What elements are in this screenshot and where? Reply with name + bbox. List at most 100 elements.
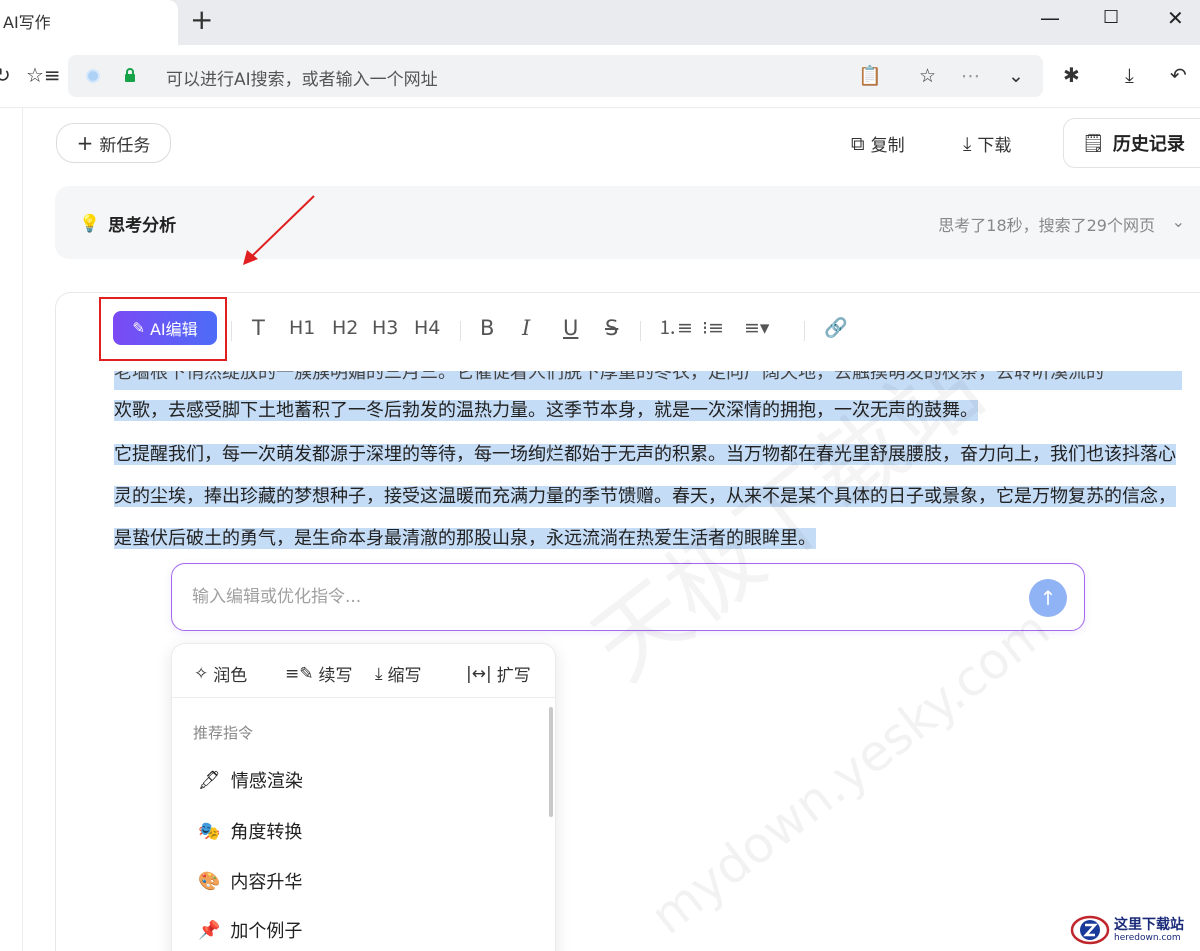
shorten-tab[interactable]: ⤓ 缩写	[375, 661, 422, 687]
browser-tab-bar: AI写作 + — ☐ ✕	[0, 0, 1200, 45]
chevron-down-icon[interactable]: ⌄	[1008, 65, 1024, 87]
highlight-box	[99, 297, 227, 361]
h4-button[interactable]: H4	[414, 315, 440, 341]
italic-button[interactable]: I	[522, 315, 530, 341]
sidebar-divider	[22, 108, 23, 951]
editor-toolbar: ✎ AI编辑 T H1 H2 H3 H4 B I U S ⒈≡ ⁝≡ ≡▾ 🔗	[56, 293, 1200, 371]
copy-label: 复制	[870, 136, 905, 156]
download-label: 下载	[977, 136, 1012, 156]
close-button[interactable]: ✕	[1167, 6, 1184, 30]
copy-icon: ⧉	[851, 132, 865, 155]
screen: AI写作 + — ☐ ✕ ↻ ☆≡ 可以进行AI搜索，或者输入一个网址 📋 ☆ …	[0, 0, 1200, 951]
ai-prompt-box: ↑	[171, 563, 1085, 631]
extensions-icon[interactable]: ✱	[1063, 63, 1080, 87]
logo-domain: heredown.com	[1114, 932, 1181, 943]
favorites-list-icon[interactable]: ☆≡	[26, 63, 61, 87]
command-tabs: ✧ 润色 ≡✎ 续写 ⤓ 缩写 |↔| 扩写	[172, 644, 555, 698]
minimize-button[interactable]: —	[1040, 6, 1060, 30]
command-label: 加个例子	[230, 921, 303, 942]
command-popup: ✧ 润色 ≡✎ 续写 ⤓ 缩写 |↔| 扩写 推荐指令 🖋 情感渲染 🎭 角度转…	[171, 643, 556, 951]
thinking-meta: 思考了18秒，搜索了29个网页	[938, 216, 1155, 235]
continue-write-icon: ≡✎	[285, 663, 314, 684]
thinking-title: 💡 思考分析	[79, 211, 177, 237]
pin-icon: 📌	[198, 919, 221, 941]
shorten-label: 缩写	[387, 666, 422, 686]
logo-icon	[1070, 915, 1110, 945]
thinking-panel[interactable]: 💡 思考分析 思考了18秒，搜索了29个网页 ⌄	[55, 186, 1200, 259]
site-logo: 这里下载站 heredown.com	[1070, 912, 1200, 948]
address-bar[interactable]: 可以进行AI搜索，或者输入一个网址 📋 ☆ ⋯ ⌄	[68, 55, 1043, 97]
link-icon[interactable]: 🔗	[824, 315, 848, 341]
h1-button[interactable]: H1	[289, 315, 315, 341]
logo-text: 这里下载站 heredown.com	[1114, 916, 1184, 943]
ordered-list-icon[interactable]: ⒈≡	[658, 315, 693, 341]
maximize-button[interactable]: ☐	[1103, 6, 1119, 30]
download-button[interactable]: ⤓ 下载	[963, 131, 1012, 157]
strikethrough-button[interactable]: S	[605, 315, 618, 341]
download-icon[interactable]: ⤓	[1125, 63, 1134, 87]
polish-label: 润色	[213, 666, 248, 686]
command-item[interactable]: 🖋 情感渲染	[198, 767, 303, 793]
command-item[interactable]: 📌 加个例子	[198, 917, 302, 943]
copy-button[interactable]: ⧉ 复制	[851, 131, 905, 157]
browser-tab[interactable]: AI写作	[0, 0, 178, 45]
masks-icon: 🎭	[198, 820, 221, 842]
text-button[interactable]: T	[252, 315, 265, 341]
section-title: 推荐指令	[193, 724, 254, 742]
align-dropdown-icon[interactable]: ≡▾	[744, 315, 769, 341]
bullet-list-icon[interactable]: ⁝≡	[702, 315, 724, 341]
download-icon: ⤓	[963, 132, 972, 155]
new-task-button[interactable]: + 新任务	[56, 123, 171, 163]
toolbar-divider	[231, 321, 232, 341]
bold-button[interactable]: B	[480, 315, 494, 341]
document-content[interactable]: 欢歌，去感受脚下土地蓄积了一冬后勃发的温热力量。这季节本身，就是一次深情的拥抱，…	[114, 396, 1189, 572]
undo-icon[interactable]: ↶	[1170, 63, 1187, 87]
thinking-title-text: 思考分析	[108, 216, 177, 236]
tab-title: AI写作	[3, 13, 51, 32]
continue-label: 续写	[318, 666, 353, 686]
refresh-icon[interactable]: ↻	[0, 63, 11, 87]
paragraph-text: 它提醒我们，每一次萌发都源于深埋的等待，每一场绚烂都始于无声的积累。当万物都在春…	[114, 444, 1176, 549]
paragraph: 欢歌，去感受脚下土地蓄积了一冬后勃发的温热力量。这季节本身，就是一次深情的拥抱，…	[114, 396, 1189, 426]
toolbar-divider	[460, 321, 461, 341]
expand-tab[interactable]: |↔| 扩写	[466, 661, 531, 687]
browser-toolbar: ↻ ☆≡ 可以进行AI搜索，或者输入一个网址 📋 ☆ ⋯ ⌄ ✱ ⤓ ↶	[0, 45, 1200, 108]
expand-label: 扩写	[496, 666, 531, 686]
more-icon[interactable]: ⋯	[961, 65, 980, 87]
continue-tab[interactable]: ≡✎ 续写	[285, 661, 353, 687]
new-tab-button[interactable]: +	[190, 4, 213, 36]
star-icon[interactable]: ☆	[919, 65, 936, 87]
h3-button[interactable]: H3	[372, 315, 398, 341]
h2-button[interactable]: H2	[332, 315, 358, 341]
clipped-text-line: 老墙根下悄然绽放的一簇簇明媚的三月三。它催促着人们脱下厚重的冬衣，走向广阔天地，…	[114, 368, 1182, 390]
palette-icon: 🎨	[198, 870, 221, 892]
site-icon	[86, 69, 100, 83]
arrow-up-icon: ↑	[1039, 586, 1057, 610]
paragraph: 它提醒我们，每一次萌发都源于深埋的等待，每一场绚烂都始于无声的积累。当万物都在春…	[114, 434, 1189, 560]
clipboard-icon[interactable]: 📋	[858, 65, 882, 87]
send-button[interactable]: ↑	[1029, 579, 1067, 617]
address-placeholder: 可以进行AI搜索，或者输入一个网址	[166, 70, 438, 90]
command-label: 内容升华	[230, 872, 303, 893]
sparkle-icon: ✧	[194, 663, 209, 684]
ai-prompt-input[interactable]	[192, 584, 1012, 610]
command-item[interactable]: 🎨 内容升华	[198, 868, 302, 894]
underline-button[interactable]: U	[563, 315, 578, 341]
expand-icon: |↔|	[466, 663, 492, 684]
history-icon: 🗒	[1082, 132, 1105, 154]
command-label: 角度转换	[230, 822, 303, 843]
toolbar-divider	[640, 321, 641, 341]
polish-tab[interactable]: ✧ 润色	[194, 661, 248, 687]
command-item[interactable]: 🎭 角度转换	[198, 818, 302, 844]
lightbulb-icon: 💡	[79, 213, 101, 234]
lock-icon	[125, 68, 135, 82]
logo-name: 这里下载站	[1114, 916, 1184, 933]
plus-icon: +	[76, 131, 94, 155]
shorten-icon: ⤓	[375, 663, 383, 684]
history-button[interactable]: 🗒 历史记录	[1063, 118, 1200, 168]
chevron-down-icon[interactable]: ⌄	[1172, 212, 1185, 231]
paragraph-text: 欢歌，去感受脚下土地蓄积了一冬后勃发的温热力量。这季节本身，就是一次深情的拥抱，…	[114, 400, 978, 421]
pen-icon: 🖋	[198, 769, 221, 791]
command-label: 情感渲染	[230, 771, 303, 792]
popup-scrollbar[interactable]	[549, 707, 553, 817]
